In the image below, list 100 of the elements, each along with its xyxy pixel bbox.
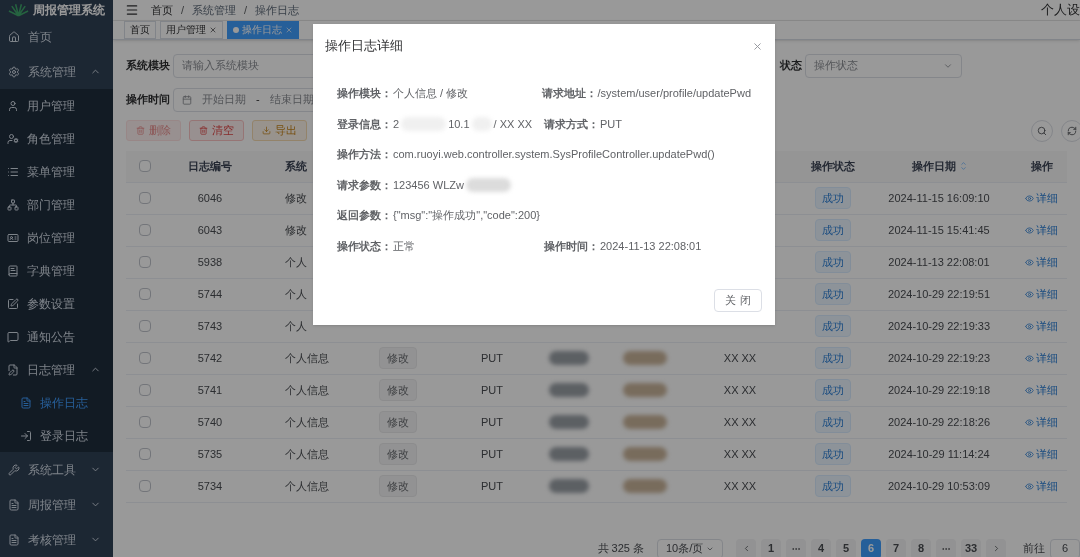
checkbox[interactable] (138, 192, 151, 204)
checkbox[interactable] (138, 448, 151, 460)
page-button[interactable]: 8 (911, 538, 931, 557)
checkbox[interactable] (138, 480, 151, 492)
menu-item[interactable]: 日志管理 (0, 353, 113, 386)
close-icon[interactable] (752, 40, 763, 52)
table-cell-text: 5741 (197, 382, 223, 398)
status-tag: 成功 (814, 314, 851, 338)
menu-item[interactable]: 操作日志 (0, 386, 113, 419)
detail-link[interactable]: 详细 (1025, 349, 1058, 367)
detail-link[interactable]: 详细 (1025, 285, 1058, 303)
redaction-blur (623, 415, 667, 429)
next-page-button[interactable] (986, 538, 1006, 557)
redaction-blur (549, 447, 589, 461)
toolbar-button[interactable]: 清空 (189, 120, 244, 141)
menu-item[interactable]: 岗位管理 (0, 221, 113, 254)
jump-input[interactable]: 6 (1050, 538, 1080, 557)
menu-item[interactable]: 菜单管理 (0, 155, 113, 188)
checkbox[interactable] (138, 384, 151, 396)
breadcrumb-item[interactable]: 首页 (151, 1, 173, 18)
more-pages-button[interactable] (786, 538, 806, 557)
eye-icon (1025, 289, 1034, 299)
sort-icon[interactable] (959, 160, 967, 172)
checkbox[interactable] (138, 352, 151, 364)
detail-link[interactable]: 详细 (1025, 477, 1058, 495)
menu-item[interactable]: 登录日志 (0, 419, 113, 452)
table-cell-text: 个人信息 (285, 382, 329, 398)
more-pages-button[interactable] (936, 538, 956, 557)
redaction-blur (623, 383, 667, 397)
close-icon[interactable] (209, 25, 217, 34)
menu-item[interactable]: 首页 (0, 19, 113, 54)
user-menu[interactable]: 个人设 (1041, 0, 1080, 20)
close-button[interactable]: 关 闭 (714, 289, 762, 312)
detail-link[interactable]: 详细 (1025, 381, 1058, 399)
eye-icon (1025, 193, 1034, 203)
column-header: 日志编号 (188, 158, 232, 174)
detail-link[interactable]: 详细 (1025, 317, 1058, 335)
menu-item[interactable]: 用户管理 (0, 89, 113, 122)
menu-item[interactable]: 系统工具 (0, 452, 113, 487)
checkbox[interactable] (138, 288, 151, 300)
prev-page-button[interactable] (736, 538, 756, 557)
table-cell-text: XX XX (723, 350, 757, 366)
redaction-blur (549, 415, 589, 429)
detail-link[interactable]: 详细 (1025, 445, 1058, 463)
menu-item[interactable]: 通知公告 (0, 320, 113, 353)
detail-link[interactable]: 详细 (1025, 413, 1058, 431)
detail-link[interactable]: 详细 (1025, 253, 1058, 271)
menu-item[interactable]: 字典管理 (0, 254, 113, 287)
redaction-blur (623, 351, 667, 365)
table-cell-text: 5938 (197, 254, 223, 270)
detail-link[interactable]: 详细 (1025, 189, 1058, 207)
field-label: 登录信息： (337, 116, 393, 132)
menu-item[interactable]: 系统管理 (0, 54, 113, 89)
eye-icon (1025, 417, 1034, 427)
checkbox[interactable] (138, 160, 151, 172)
field-label: 请求地址： (541, 86, 598, 101)
refresh-icon (1067, 125, 1077, 136)
jump-label: 前往 (1023, 541, 1045, 557)
eye-icon (1025, 385, 1034, 395)
detail-link[interactable]: 详细 (1025, 221, 1058, 239)
page-button[interactable]: 4 (811, 538, 831, 557)
status-tag: 成功 (814, 218, 851, 242)
page-button[interactable]: 33 (961, 538, 981, 557)
field-label: 操作时间 (126, 92, 171, 108)
menu-item[interactable]: 部门管理 (0, 188, 113, 221)
menu-item[interactable]: 周报管理 (0, 487, 113, 522)
checkbox[interactable] (138, 256, 151, 268)
table-cell-text: 5744 (197, 286, 223, 302)
table-cell-text: 2024-11-15 15:41:45 (888, 222, 990, 238)
field-value: com.ruoyi.web.controller.system.SysProfileController.updatePwd() (393, 147, 715, 162)
table-cell-text: 个人信息 (285, 414, 329, 430)
toolbar-button[interactable]: 导出 (252, 120, 307, 141)
search-icon (1037, 125, 1047, 136)
page-button[interactable]: 1 (761, 538, 781, 557)
breadcrumb-item: 操作日志 (255, 2, 300, 18)
checkbox[interactable] (138, 320, 151, 332)
menu-item[interactable]: 参数设置 (0, 287, 113, 320)
checkbox[interactable] (138, 224, 151, 236)
status-select[interactable]: 操作状态 (805, 53, 962, 78)
table-cell-text: 个人信息 (285, 478, 329, 494)
redaction-blur (623, 479, 667, 493)
field-value: {"msg":"操作成功","code":200} (393, 208, 540, 223)
menu-item[interactable]: 角色管理 (0, 122, 113, 155)
breadcrumb-separator: / (181, 2, 185, 18)
table-cell-text: 2024-10-29 10:53:09 (887, 478, 991, 494)
page-button[interactable]: 5 (836, 538, 856, 557)
checkbox[interactable] (138, 416, 151, 428)
page-button[interactable]: 7 (886, 538, 906, 557)
table-cell-text: 6046 (197, 190, 223, 206)
field-label: 请求参数： (337, 177, 393, 193)
page-button[interactable]: 6 (861, 538, 881, 557)
table-cell-text: 2024-11-15 16:09:10 (888, 190, 990, 206)
table-cell-text: 2024-10-29 22:19:33 (887, 318, 991, 334)
menu-item[interactable]: 考核管理 (0, 522, 113, 557)
close-icon[interactable] (285, 25, 293, 34)
redaction-blur (549, 351, 589, 365)
table-cell-text: XX XX (723, 414, 757, 430)
table-cell-text: 个人 (285, 286, 307, 302)
table-cell-text: 个人 (285, 254, 307, 270)
page-size-select[interactable]: 10条/页 (657, 538, 723, 557)
